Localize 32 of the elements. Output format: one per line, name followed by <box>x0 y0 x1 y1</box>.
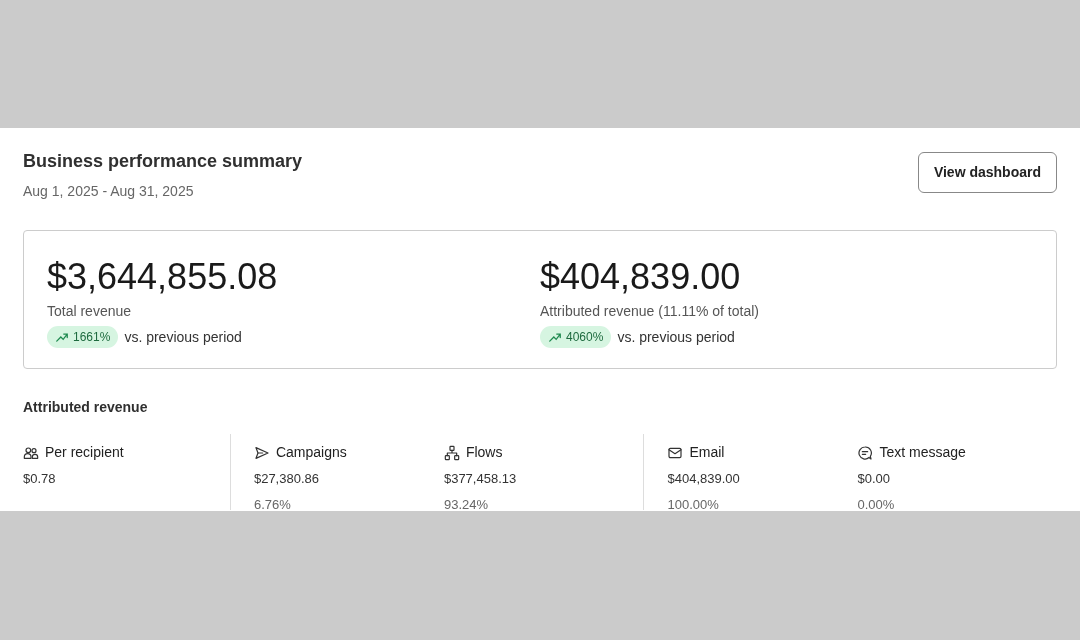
revenue-amount: $404,839.00 <box>540 257 742 297</box>
chat-bubble-icon <box>857 444 874 461</box>
metric-value: $404,839.00 <box>667 470 741 488</box>
comparison-text: vs. previous period <box>124 327 242 347</box>
people-icon <box>23 444 39 461</box>
metric-label: Text message <box>879 443 966 462</box>
revenue-amount: $3,644,855.08 <box>47 257 279 297</box>
metric-share: 0.00% <box>857 495 896 514</box>
card-title: Business performance summary <box>23 150 303 173</box>
view-dashboard-button[interactable]: View dashboard <box>917 152 1057 193</box>
metric-value: $27,380.86 <box>253 470 320 488</box>
trend-up-icon <box>548 330 562 344</box>
metric-value: $0.00 <box>857 470 891 488</box>
revenue-label: Attributed revenue (11.11% of total) <box>540 302 760 321</box>
comparison-text: vs. previous period <box>617 327 735 347</box>
metric-label: Email <box>689 443 725 462</box>
metric-label: Flows <box>465 443 503 462</box>
change-badge: 1661% <box>47 326 119 348</box>
flow-icon <box>443 444 460 461</box>
metric-label: Per recipient <box>45 443 124 462</box>
metric-value: $377,458.13 <box>443 470 518 488</box>
trend-up-icon <box>55 330 69 344</box>
date-range: Aug 1, 2025 - Aug 31, 2025 <box>23 182 195 201</box>
revenue-label: Total revenue <box>47 302 133 321</box>
section-heading: Attributed revenue <box>23 398 148 417</box>
metric-value: $0.78 <box>23 470 57 488</box>
metric-share: 93.24% <box>443 495 489 514</box>
metric-label: Campaigns <box>275 443 347 462</box>
send-icon <box>253 444 270 461</box>
metric-share: 6.76% <box>253 495 292 514</box>
change-badge: 4060% <box>540 326 612 348</box>
metric-share: 100.00% <box>667 495 720 514</box>
